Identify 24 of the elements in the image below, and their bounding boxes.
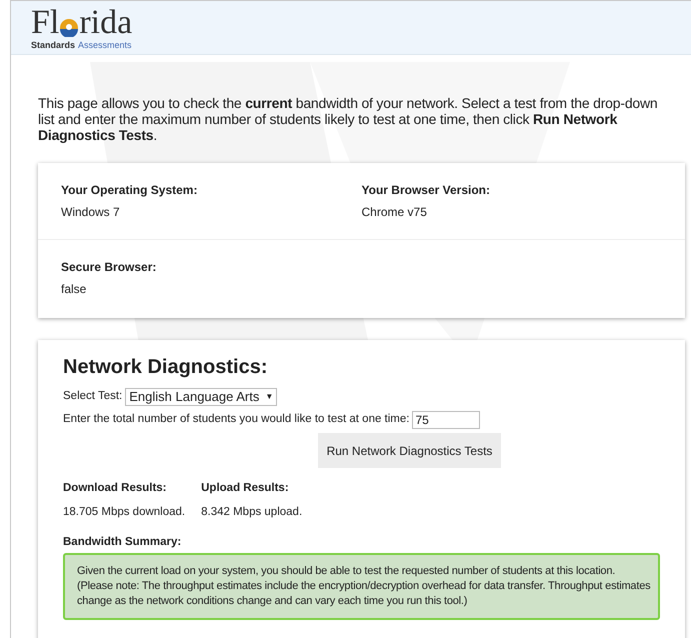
summary-label: Bandwidth Summary: xyxy=(63,534,182,550)
intro-paragraph: This page allows you to check the current bandwidth of your network. Select a test from the drop-down list and enter the maximum number of students likely to test at one time, then click Run Network Diagnostics Tests. xyxy=(38,95,658,143)
logo-text: rida xyxy=(79,6,132,40)
section-title: Network Diagnostics: xyxy=(63,355,268,380)
logo-subtitle: Assessments xyxy=(78,41,132,50)
info-label: Secure Browser: xyxy=(61,259,158,276)
result-label: Download Results: xyxy=(63,481,168,496)
info-value: Windows 7 xyxy=(61,204,121,221)
result-label: Upload Results: xyxy=(201,481,290,496)
info-value: Chrome v75 xyxy=(362,204,428,221)
test-select[interactable]: English Language Arts ▼ xyxy=(125,388,278,406)
result-value: 8.342 Mbps upload. xyxy=(201,505,302,520)
students-label: Enter the total number of students you would like to test at one time: xyxy=(63,412,410,428)
logo-emblem-icon xyxy=(60,19,78,37)
students-input[interactable]: 75 xyxy=(412,411,480,429)
result-value: 18.705 Mbps download. xyxy=(63,505,186,520)
logo-subtitle: Standards xyxy=(31,41,76,50)
summary-message: Given the current load on your system, you should be able to test the requested number of students at this location. (Please note: The throughput estimates include the encryption/decryption overhead for data transfer. Throughput estimates change as the network conditions change and can vary each time you run this tool.) xyxy=(63,552,660,620)
info-label: Your Operating System: xyxy=(61,182,198,199)
logo-text: Fl xyxy=(31,6,60,40)
run-tests-button[interactable]: Run Network Diagnostics Tests xyxy=(318,433,502,468)
select-label: Select Test: xyxy=(63,389,122,404)
info-value: false xyxy=(61,281,88,298)
info-label: Your Browser Version: xyxy=(362,182,491,199)
